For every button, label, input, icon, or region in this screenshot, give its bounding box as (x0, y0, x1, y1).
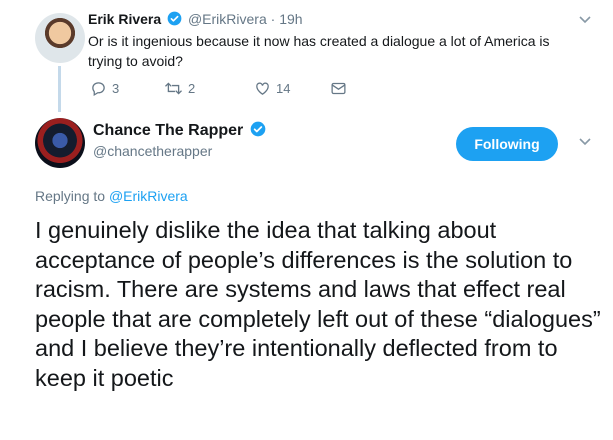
retweet-icon (164, 82, 183, 95)
retweet-count: 2 (188, 81, 196, 96)
like-count: 14 (276, 81, 291, 96)
author-name[interactable]: Erik Rivera (88, 11, 161, 27)
retweet-action[interactable]: 2 (164, 80, 195, 97)
reply-action[interactable]: 3 (90, 80, 119, 97)
like-action[interactable]: 14 (254, 80, 290, 97)
reply-tweet-text: Or is it ingenious because it now has cr… (88, 33, 550, 69)
replying-to-label: Replying to (35, 188, 106, 204)
chevron-down-icon[interactable] (578, 134, 592, 148)
timestamp[interactable]: 19h (279, 11, 302, 27)
reply-tweet-header: Erik Rivera @ErikRivera · 19h (88, 11, 303, 27)
author-handle[interactable]: @chancetherapper (93, 143, 212, 159)
message-icon (331, 82, 346, 95)
thread-line (58, 66, 61, 112)
reply-count: 3 (112, 81, 120, 96)
avatar[interactable] (35, 13, 85, 63)
separator-dot: · (270, 11, 276, 27)
main-tweet-author: Chance The Rapper (93, 121, 268, 140)
author-handle[interactable]: @ErikRivera (188, 11, 267, 27)
like-icon (256, 82, 269, 95)
avatar[interactable] (35, 118, 85, 168)
replying-to-line: Replying to @ErikRivera (35, 188, 188, 204)
message-action[interactable] (330, 80, 347, 97)
author-name[interactable]: Chance The Rapper (93, 122, 243, 139)
chevron-down-icon[interactable] (578, 12, 592, 26)
main-tweet-text: I genuinely dislike the idea that talkin… (35, 217, 601, 391)
replying-to-link[interactable]: @ErikRivera (109, 188, 188, 204)
verified-icon (167, 11, 182, 26)
verified-icon (250, 121, 266, 137)
reply-icon (92, 82, 105, 97)
following-button[interactable]: Following (456, 127, 558, 161)
